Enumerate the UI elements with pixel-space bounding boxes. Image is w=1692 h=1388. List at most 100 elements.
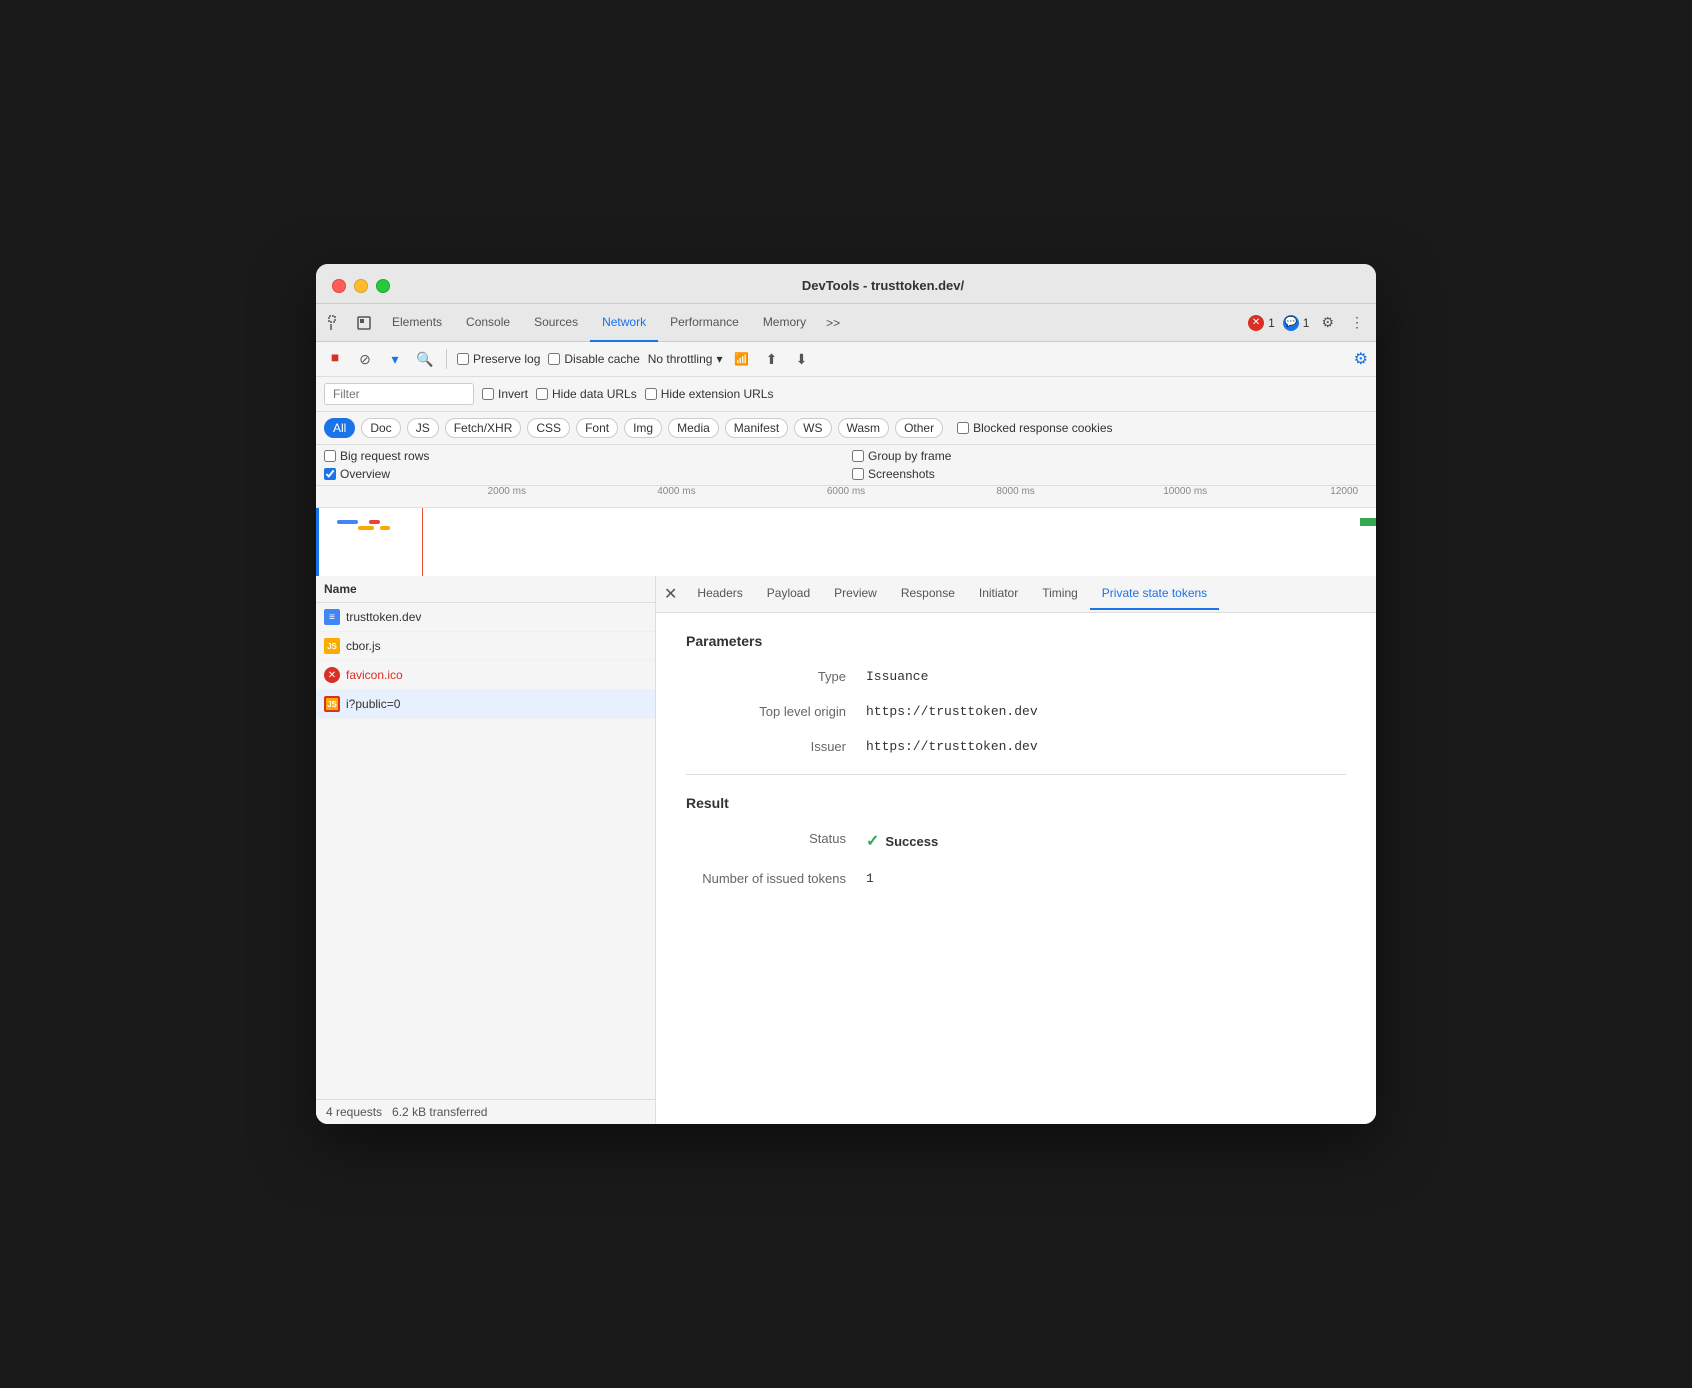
throttle-dropdown[interactable]: No throttling ▾ (648, 352, 723, 366)
detail-tab-payload[interactable]: Payload (755, 578, 822, 610)
minimize-button[interactable] (354, 279, 368, 293)
requests-column-name: Name (316, 576, 655, 603)
param-issuer-row: Issuer https://trusttoken.dev (686, 739, 1346, 754)
req-icon-public: JS (324, 696, 340, 712)
bar-err (369, 520, 380, 524)
requests-count: 4 requests (326, 1105, 382, 1119)
detail-close-button[interactable]: ✕ (664, 576, 685, 612)
detail-tab-private-state-tokens[interactable]: Private state tokens (1090, 578, 1219, 610)
hide-data-urls-checkbox[interactable]: Hide data URLs (536, 387, 637, 401)
tab-memory[interactable]: Memory (751, 304, 818, 342)
req-icon-err: ✕ (324, 667, 340, 683)
parameters-title: Parameters (686, 633, 1346, 649)
devtools-panel: Elements Console Sources Network Perform… (316, 304, 1376, 1124)
chip-doc[interactable]: Doc (361, 418, 400, 438)
detail-tab-initiator[interactable]: Initiator (967, 578, 1030, 610)
cursor-icon[interactable] (324, 311, 348, 335)
big-rows-checkbox[interactable]: Big request rows (324, 449, 840, 463)
param-tokens-value: 1 (866, 871, 874, 886)
ruler-2000: 2000 ms (488, 486, 526, 497)
chip-fetch-xhr[interactable]: Fetch/XHR (445, 418, 522, 438)
msg-badge-row: 💬 1 (1283, 315, 1310, 331)
stop-recording-button[interactable]: ⏹ (324, 348, 346, 370)
wifi-icon[interactable]: 📶 (730, 348, 752, 370)
result-section: Result Status ✓ Success Number (686, 795, 1346, 886)
screenshots-checkbox[interactable]: Screenshots (852, 467, 1368, 481)
network-settings-icon[interactable]: ⚙ (1354, 349, 1368, 369)
overview-checkbox[interactable]: Overview (324, 467, 840, 481)
filter-input[interactable] (324, 383, 474, 405)
param-type-label: Type (686, 669, 866, 684)
window-title: DevTools - trusttoken.dev/ (406, 278, 1360, 293)
filter-icon[interactable]: ▾ (384, 348, 406, 370)
request-item-cbor[interactable]: JS cbor.js (316, 632, 655, 661)
more-tabs-button[interactable]: >> (818, 312, 848, 334)
disable-cache-checkbox[interactable]: Disable cache (548, 352, 639, 366)
download-icon[interactable]: ⬇ (790, 348, 812, 370)
inspect-icon[interactable] (352, 311, 376, 335)
section-divider (686, 774, 1346, 775)
chip-other[interactable]: Other (895, 418, 943, 438)
group-frame-checkbox[interactable]: Group by frame (852, 449, 1368, 463)
preserve-log-checkbox[interactable]: Preserve log (457, 352, 540, 366)
param-origin-value: https://trusttoken.dev (866, 704, 1038, 719)
param-origin-label: Top level origin (686, 704, 866, 719)
detail-tab-timing[interactable]: Timing (1030, 578, 1090, 610)
close-button[interactable] (332, 279, 346, 293)
tab-sources[interactable]: Sources (522, 304, 590, 342)
chip-wasm[interactable]: Wasm (838, 418, 890, 438)
request-item-public[interactable]: JS i?public=0 (316, 690, 655, 719)
clear-button[interactable]: ⊘ (354, 348, 376, 370)
chip-font[interactable]: Font (576, 418, 618, 438)
tab-performance[interactable]: Performance (658, 304, 751, 342)
param-origin-row: Top level origin https://trusttoken.dev (686, 704, 1346, 719)
maximize-button[interactable] (376, 279, 390, 293)
chip-all[interactable]: All (324, 418, 355, 438)
timeline-container: 2000 ms 4000 ms 6000 ms 8000 ms 10000 ms… (316, 486, 1376, 576)
timeline-cursor (422, 508, 423, 576)
upload-icon[interactable]: ⬆ (760, 348, 782, 370)
settings-gear-icon[interactable]: ⚙ (1317, 310, 1338, 335)
msg-count: 1 (1303, 316, 1310, 330)
timeline-graph (316, 508, 1376, 576)
tabs-right: ✕ 1 💬 1 ⚙ ⋮ (1248, 310, 1368, 335)
param-status-row: Status ✓ Success (686, 831, 1346, 851)
tab-console[interactable]: Console (454, 304, 522, 342)
result-title: Result (686, 795, 1346, 811)
more-options-icon[interactable]: ⋮ (1346, 310, 1368, 335)
requests-transferred: 6.2 kB transferred (392, 1105, 487, 1119)
search-icon[interactable]: 🔍 (414, 348, 436, 370)
chip-manifest[interactable]: Manifest (725, 418, 788, 438)
tab-network[interactable]: Network (590, 304, 658, 342)
detail-tabs: ✕ Headers Payload Preview Response Initi… (656, 576, 1376, 613)
request-item-favicon[interactable]: ✕ favicon.ico (316, 661, 655, 690)
detail-tab-preview[interactable]: Preview (822, 578, 889, 610)
chip-img[interactable]: Img (624, 418, 662, 438)
chip-ws[interactable]: WS (794, 418, 831, 438)
ruler-6000: 6000 ms (827, 486, 865, 497)
requests-container[interactable]: ≡ trusttoken.dev JS cbor.js ✕ favicon.ic… (316, 603, 655, 1099)
detail-tab-headers[interactable]: Headers (685, 578, 754, 610)
invert-checkbox[interactable]: Invert (482, 387, 528, 401)
detail-tab-response[interactable]: Response (889, 578, 967, 610)
param-tokens-label: Number of issued tokens (686, 871, 866, 886)
ruler-4000: 4000 ms (657, 486, 695, 497)
separator (446, 349, 447, 369)
main-tabs-bar: Elements Console Sources Network Perform… (316, 304, 1376, 342)
chip-js[interactable]: JS (407, 418, 439, 438)
detail-content: Parameters Type Issuance Top level origi… (656, 613, 1376, 1124)
requests-footer: 4 requests 6.2 kB transferred (316, 1099, 655, 1124)
chip-css[interactable]: CSS (527, 418, 570, 438)
chip-media[interactable]: Media (668, 418, 719, 438)
bar-doc (337, 520, 358, 524)
request-item-trusttoken[interactable]: ≡ trusttoken.dev (316, 603, 655, 632)
blocked-cookies-checkbox[interactable]: Blocked response cookies (957, 421, 1112, 435)
tab-elements[interactable]: Elements (380, 304, 454, 342)
options-col-right: Group by frame Screenshots (852, 449, 1368, 481)
check-icon: ✓ (866, 831, 879, 851)
requests-list: Name ≡ trusttoken.dev JS cbor.js ✕ favic… (316, 576, 656, 1124)
ruler-8000: 8000 ms (996, 486, 1034, 497)
timeline-ruler: 2000 ms 4000 ms 6000 ms 8000 ms 10000 ms… (316, 486, 1376, 508)
hide-ext-urls-checkbox[interactable]: Hide extension URLs (645, 387, 774, 401)
options-bar: Big request rows Overview Group by frame… (316, 445, 1376, 486)
